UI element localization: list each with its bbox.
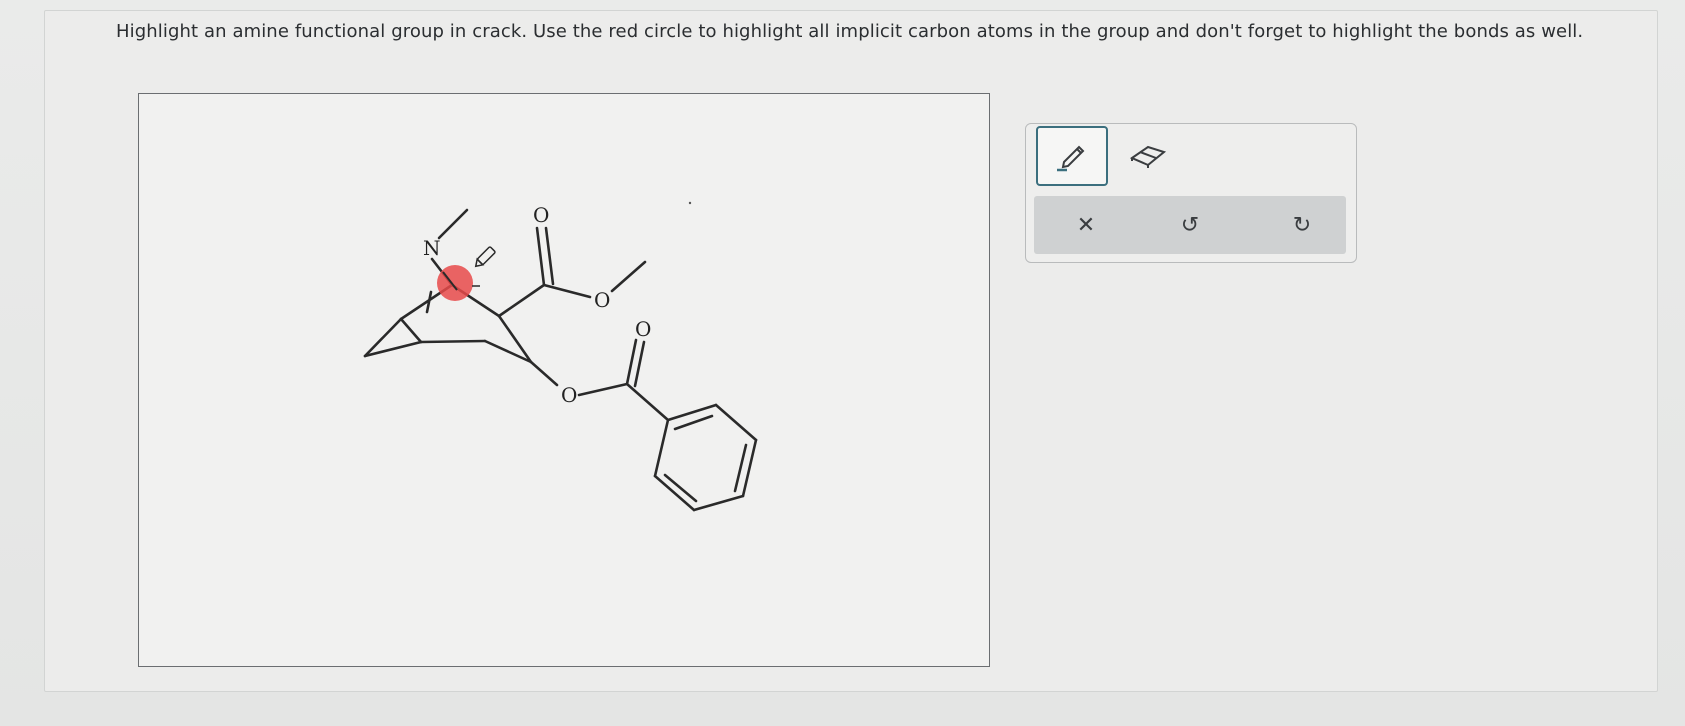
drawing-toolbox: ✕ ↺ ↻ <box>1025 123 1357 263</box>
nitrogen-label: N <box>423 236 441 260</box>
ring-bond <box>399 317 423 344</box>
n-methyl-bond <box>437 208 469 240</box>
pencil-tool[interactable] <box>1036 126 1108 186</box>
undo-icon: ↺ <box>1180 212 1200 238</box>
benzoate-carbonyl-oxygen-label: O <box>635 317 651 341</box>
redo-icon: ↻ <box>1292 212 1312 238</box>
c-c-bond <box>497 283 546 318</box>
eraser-tool[interactable] <box>1114 128 1182 184</box>
undo-button[interactable]: ↺ <box>1168 206 1212 244</box>
drawing-canvas[interactable]: N O O O O <box>138 93 990 667</box>
clear-button[interactable]: ✕ <box>1064 206 1108 244</box>
benzoate-ether-oxygen-label: O <box>561 383 577 407</box>
ester-ether-oxygen-label: O <box>594 288 610 312</box>
aromatic-bond <box>714 403 758 442</box>
carbonyl-double-bond <box>535 226 546 287</box>
pencil-icon <box>1057 145 1085 172</box>
molecule-drawing[interactable]: N O O O O <box>139 94 989 666</box>
close-icon: ✕ <box>1076 212 1096 238</box>
pencil-cursor-icon <box>474 246 496 268</box>
question-text: Highlight an amine functional group in c… <box>116 21 1584 42</box>
redo-button[interactable]: ↻ <box>1280 206 1324 244</box>
o-c-bond <box>577 382 629 397</box>
ester-carbonyl-oxygen-label: O <box>533 203 549 227</box>
carbonyl-double-bond <box>633 340 646 388</box>
carbonyl-double-bond <box>544 226 555 286</box>
c-o-bond <box>529 360 559 387</box>
o-methyl-bond <box>610 260 647 293</box>
highlight-circle[interactable] <box>437 265 473 301</box>
aromatic-bond <box>692 494 745 512</box>
page: Highlight an amine functional group in c… <box>0 0 1685 726</box>
action-bar: ✕ ↺ ↻ <box>1034 196 1346 254</box>
canvas-dot <box>688 201 692 205</box>
c-c-bond <box>625 382 670 422</box>
aromatic-inner-bond <box>673 414 714 431</box>
c-o-bond <box>542 283 592 299</box>
aromatic-inner-bond <box>733 443 748 493</box>
aromatic-bond <box>653 418 670 478</box>
ring-bond <box>419 339 487 344</box>
carbonyl-double-bond <box>625 338 638 386</box>
eraser-icon <box>1129 145 1167 168</box>
